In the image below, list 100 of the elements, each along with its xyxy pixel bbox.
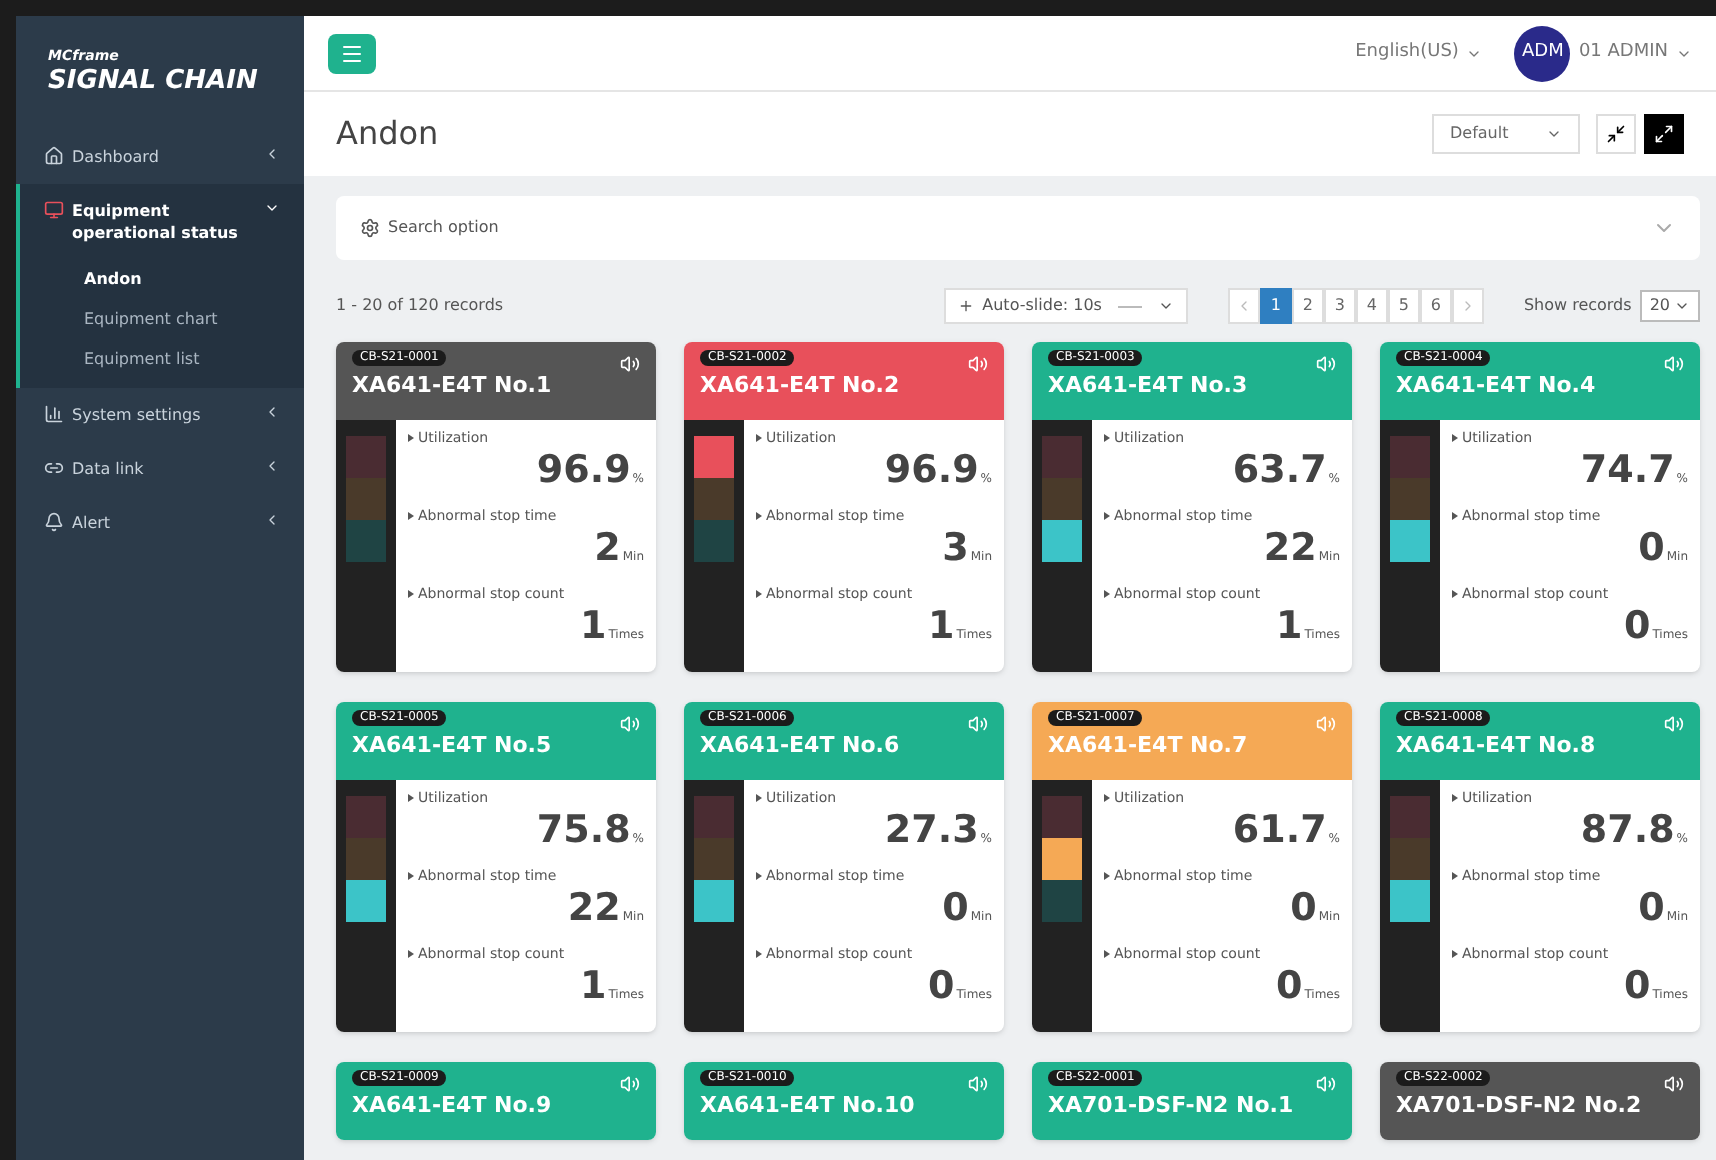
show-records-label: Show records xyxy=(1523,294,1632,318)
metric-value: 1 xyxy=(579,608,607,646)
metric-value: 75.8 xyxy=(536,812,631,850)
metric-value: 63.7 xyxy=(1232,452,1327,490)
metric-value: 0 xyxy=(942,890,969,928)
per-page-select[interactable]: 20 xyxy=(1639,290,1700,322)
equipment-name: XA701-DSF-N2 No.1 xyxy=(1048,1090,1296,1122)
metric-value: 0 xyxy=(1638,890,1665,928)
metric-value: 27.3 xyxy=(884,812,979,850)
bullet-icon xyxy=(756,590,762,598)
nav-subitem[interactable]: Andon xyxy=(20,260,304,300)
bullet-icon xyxy=(756,872,762,880)
metric-value: 1 xyxy=(927,608,955,646)
bullet-icon xyxy=(756,512,762,520)
bullet-icon xyxy=(408,512,414,520)
metric-value: 0 xyxy=(1623,968,1651,1006)
menu-icon xyxy=(340,41,364,65)
fullscreen-icon xyxy=(1654,124,1674,144)
page-link[interactable]: 1 xyxy=(1259,288,1292,324)
nav-subitem[interactable]: Equipment list xyxy=(20,340,304,380)
fullscreen-button[interactable] xyxy=(1644,114,1684,154)
page-title: Andon xyxy=(336,112,441,156)
collapse-icon xyxy=(1606,124,1626,144)
caret-icon xyxy=(1157,298,1174,314)
avatar: ADM xyxy=(1514,25,1571,81)
page-link[interactable]: 5 xyxy=(1387,288,1420,324)
metric-value: 0 xyxy=(1623,608,1651,646)
equipment-name: XA641-E4T No.10 xyxy=(700,1090,917,1122)
metric-value: 0 xyxy=(1638,530,1665,568)
gear-icon xyxy=(360,218,380,238)
bullet-icon xyxy=(408,590,414,598)
bullet-icon xyxy=(1452,512,1458,520)
metric-value: 0 xyxy=(927,968,955,1006)
equipment-name: XA641-E4T No.2 xyxy=(700,370,902,402)
autoslide-control[interactable]: Auto-slide: 10s xyxy=(944,288,1188,324)
equipment-name: XA641-E4T No.1 xyxy=(352,370,554,402)
bullet-icon xyxy=(1452,794,1458,802)
metric-value: 0 xyxy=(1290,890,1317,928)
nav-label: Dashboard xyxy=(72,146,161,168)
search-option-label: Search option xyxy=(388,216,501,240)
metric-value: 0 xyxy=(1275,968,1303,1006)
metric-value: 61.7 xyxy=(1232,812,1327,850)
bullet-icon xyxy=(408,434,414,442)
metric-value: 3 xyxy=(942,530,969,568)
bullet-icon xyxy=(1452,434,1458,442)
speaker-icon[interactable] xyxy=(1664,1074,1684,1094)
metric-value: 22 xyxy=(1263,530,1317,568)
equipment-name: XA641-E4T No.4 xyxy=(1396,370,1598,402)
bullet-icon xyxy=(1104,512,1110,520)
equipment-name: XA641-E4T No.6 xyxy=(700,730,902,762)
language-dropdown[interactable]: English(US) xyxy=(1355,39,1483,67)
bullet-icon xyxy=(1104,590,1110,598)
nav-icon xyxy=(44,458,64,478)
bullet-icon xyxy=(1452,590,1458,598)
caret-icon xyxy=(1674,298,1690,314)
metric-value: 22 xyxy=(567,890,621,928)
page-link[interactable]: 4 xyxy=(1355,288,1388,324)
bullet-icon xyxy=(408,872,414,880)
search-panel[interactable]: Search option xyxy=(336,196,1700,260)
page-link[interactable]: 3 xyxy=(1323,288,1356,324)
bullet-icon xyxy=(1104,434,1110,442)
bullet-icon xyxy=(756,794,762,802)
bullet-icon xyxy=(756,950,762,958)
equipment-name: XA641-E4T No.3 xyxy=(1048,370,1250,402)
caret-icon xyxy=(1546,126,1562,142)
speaker-icon[interactable] xyxy=(620,354,640,374)
bullet-icon xyxy=(1104,950,1110,958)
nav-item[interactable]: Equipment operational status xyxy=(20,184,304,260)
nav-item[interactable]: System settings xyxy=(20,388,304,442)
bullet-icon xyxy=(1452,950,1458,958)
speaker-icon[interactable] xyxy=(968,354,988,374)
nav-subitem[interactable]: Equipment chart xyxy=(20,300,304,340)
equipment-name: XA641-E4T No.7 xyxy=(1048,730,1250,762)
menu-button[interactable] xyxy=(328,33,376,73)
nav-label: Alert xyxy=(72,512,113,534)
collapse-button[interactable] xyxy=(1596,114,1636,154)
metric-value: 96.9 xyxy=(536,452,631,490)
metric-value: 1 xyxy=(579,968,607,1006)
metric-value: 74.7 xyxy=(1580,452,1675,490)
bullet-icon xyxy=(1104,794,1110,802)
metric-value: 1 xyxy=(1275,608,1303,646)
metric-value: 2 xyxy=(594,530,621,568)
bullet-icon xyxy=(1452,872,1458,880)
next-page[interactable] xyxy=(1451,288,1484,324)
nav-item[interactable]: Data link xyxy=(20,442,304,496)
metric-value: 87.8 xyxy=(1580,812,1675,850)
brand-logo: SIGNAL CHAIN xyxy=(48,66,260,98)
equipment-name: XA641-E4T No.8 xyxy=(1396,730,1598,762)
nav-item[interactable]: Dashboard xyxy=(20,130,304,184)
equipment-name: XA641-E4T No.5 xyxy=(352,730,554,762)
page-link[interactable]: 6 xyxy=(1419,288,1452,324)
records-count: 1 - 20 of 120 records xyxy=(336,294,506,318)
view-select[interactable]: Default xyxy=(1432,114,1580,154)
previous-page[interactable] xyxy=(1227,288,1260,324)
metric-value: 96.9 xyxy=(884,452,979,490)
bullet-icon xyxy=(408,794,414,802)
user-menu[interactable]: 01 ADMIN xyxy=(1578,39,1692,67)
plus-icon xyxy=(958,298,975,314)
nav-item[interactable]: Alert xyxy=(20,496,304,550)
page-link[interactable]: 2 xyxy=(1291,288,1324,324)
